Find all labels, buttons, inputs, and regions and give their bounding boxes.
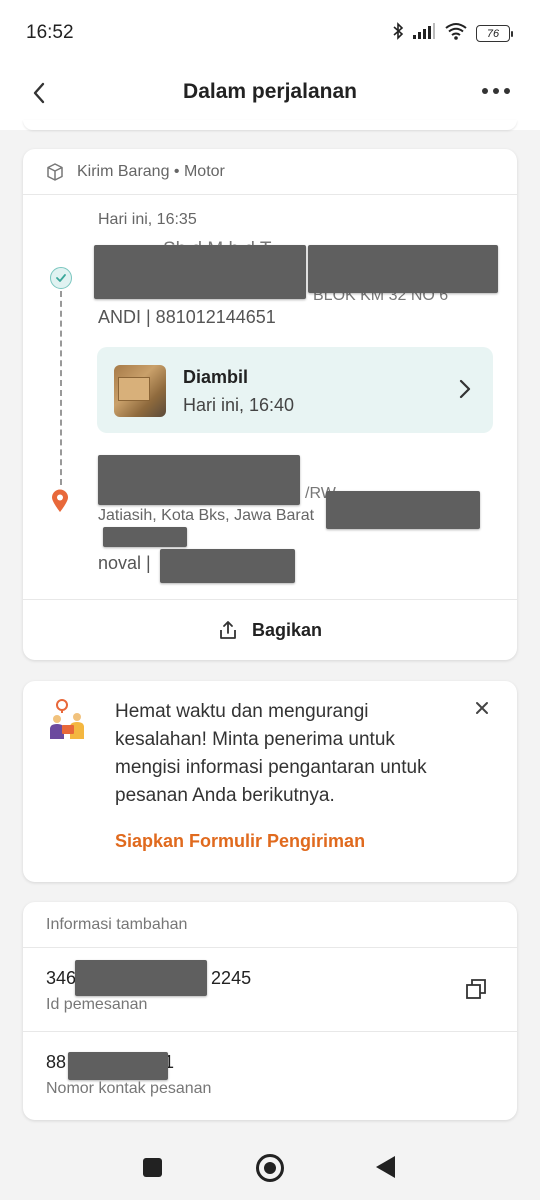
redacted-order-id <box>75 960 207 996</box>
redacted-receiver-name <box>98 455 300 505</box>
copy-button[interactable] <box>465 978 487 1005</box>
signal-icon <box>412 23 436 44</box>
pickup-status-button[interactable]: Diambil Hari ini, 16:40 <box>97 347 493 433</box>
check-circle-icon <box>50 267 72 289</box>
home-button[interactable] <box>256 1154 284 1182</box>
service-row: Kirim Barang • Motor <box>23 149 517 195</box>
pickup-title: Diambil <box>183 367 249 387</box>
sender-time: Hari ini, 16:35 <box>98 211 197 228</box>
copy-icon <box>466 979 486 999</box>
previous-card-edge <box>23 120 517 130</box>
info-header: Informasi tambahan <box>23 902 517 948</box>
redacted-sender-name <box>94 245 306 299</box>
redacted-receiver-phone <box>160 549 295 583</box>
handover-illustration-icon <box>47 699 91 743</box>
timeline-connector <box>60 291 62 485</box>
additional-info-card: Informasi tambahan 346 2245 Id pemesanan … <box>23 902 517 1120</box>
redacted-contact-number <box>68 1052 168 1080</box>
share-button[interactable]: Bagikan <box>23 599 517 660</box>
more-horizontal-icon <box>482 88 488 94</box>
order-id-label: Id pemesanan <box>46 996 148 1013</box>
share-label: Bagikan <box>251 619 323 640</box>
bluetooth-icon <box>392 22 404 45</box>
share-icon <box>220 621 236 639</box>
chevron-right-icon <box>459 379 471 399</box>
close-icon <box>476 702 488 714</box>
contact-number-label: Nomor kontak pesanan <box>46 1080 212 1097</box>
redacted-receiver-address-2 <box>103 527 187 547</box>
route-timeline: Hari ini, 16:35 Sh d M h d T BLOK KM 32 … <box>23 195 517 599</box>
receiver-contact: noval | <box>98 553 151 573</box>
more-options-button[interactable] <box>482 78 510 104</box>
promo-card: Hemat waktu dan mengurangi kesalahan! Mi… <box>23 681 517 882</box>
order-card: Kirim Barang • Motor Hari ini, 16:35 Sh … <box>23 149 517 660</box>
pickup-photo[interactable] <box>114 365 166 417</box>
battery-icon: 76 <box>476 25 513 42</box>
order-id-row: 346 2245 Id pemesanan <box>23 948 517 1032</box>
back-nav-button[interactable] <box>376 1156 395 1178</box>
service-label: Kirim Barang • Motor <box>77 162 225 180</box>
system-nav-bar <box>0 1134 540 1200</box>
page-title: Dalam perjalanan <box>183 80 357 103</box>
status-icons: 76 <box>392 22 513 45</box>
wifi-icon <box>444 22 468 45</box>
contact-number-row: 88 1 Nomor kontak pesanan <box>23 1032 517 1116</box>
close-button[interactable] <box>475 701 489 720</box>
pickup-time: Hari ini, 16:40 <box>183 395 295 415</box>
status-time: 16:52 <box>26 22 74 43</box>
redacted-sender-name-2 <box>308 245 498 293</box>
promo-message: Hemat waktu dan mengurangi kesalahan! Mi… <box>115 701 427 806</box>
prepare-form-link[interactable]: Siapkan Formulir Pengiriman <box>115 831 365 852</box>
location-pin-icon <box>51 489 69 518</box>
receiver-address-text: Jatiasih, Kota Bks, Jawa Barat <box>98 507 315 524</box>
package-icon <box>47 162 63 181</box>
sender-contact: ANDI | 881012144651 <box>98 307 276 327</box>
recent-apps-button[interactable] <box>143 1158 162 1177</box>
redacted-receiver-address <box>326 491 480 529</box>
status-bar: 16:52 76 <box>0 0 540 64</box>
